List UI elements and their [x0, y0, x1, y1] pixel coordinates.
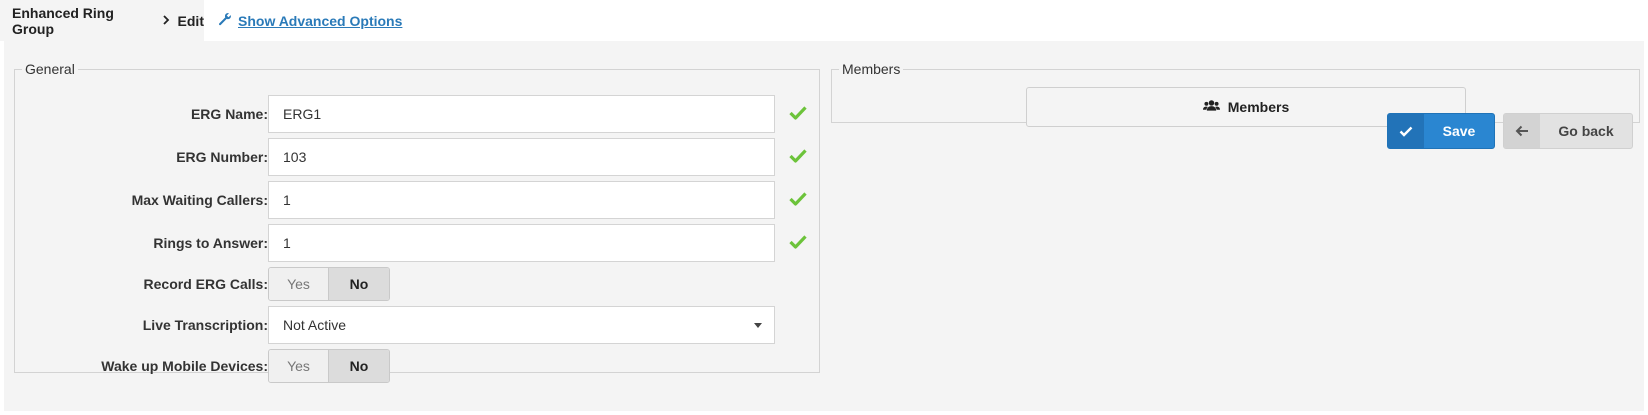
erg-number-row: ERG Number:	[15, 138, 821, 176]
rings-to-answer-row: Rings to Answer:	[15, 224, 821, 262]
save-button[interactable]: Save	[1387, 113, 1495, 149]
users-icon	[1202, 99, 1228, 115]
erg-name-input[interactable]	[268, 95, 775, 133]
live-transcription-label: Live Transcription:	[142, 317, 268, 333]
general-section: General ERG Name: ERG Number: Max Waitin…	[14, 61, 821, 383]
advanced-options: Show Advanced Options	[218, 12, 402, 29]
check-icon	[789, 192, 811, 210]
max-waiting-callers-row: Max Waiting Callers:	[15, 181, 821, 219]
show-advanced-options-link[interactable]: Show Advanced Options	[238, 13, 402, 29]
record-erg-calls-label: Record ERG Calls:	[143, 276, 268, 292]
record-erg-calls-yes[interactable]: Yes	[269, 268, 329, 300]
top-bar: Enhanced Ring Group Edit Show Advanced O…	[0, 0, 1648, 41]
wake-mobile-no[interactable]: No	[329, 350, 389, 382]
main-panel: General ERG Name: ERG Number: Max Waitin…	[4, 41, 1644, 411]
record-erg-calls-toggle: Yes No	[268, 267, 390, 301]
erg-name-label: ERG Name:	[190, 106, 268, 122]
chevron-right-icon	[162, 13, 170, 28]
members-button-label: Members	[1227, 99, 1290, 115]
wrench-icon	[218, 12, 232, 29]
check-icon	[789, 235, 811, 253]
max-waiting-callers-label: Max Waiting Callers:	[131, 192, 268, 208]
rings-to-answer-input[interactable]	[268, 224, 775, 262]
erg-number-label: ERG Number:	[176, 149, 268, 165]
erg-number-input[interactable]	[268, 138, 775, 176]
wake-mobile-yes[interactable]: Yes	[269, 350, 329, 382]
go-back-button[interactable]: Go back	[1503, 113, 1633, 149]
check-icon	[1388, 114, 1424, 148]
record-erg-calls-no[interactable]: No	[329, 268, 389, 300]
wake-mobile-toggle: Yes No	[268, 349, 390, 383]
erg-name-row: ERG Name:	[15, 95, 821, 133]
wake-mobile-label: Wake up Mobile Devices:	[101, 358, 268, 374]
live-transcription-select[interactable]: Not Active	[268, 306, 775, 344]
caret-down-icon	[754, 323, 762, 328]
arrow-left-icon	[1504, 114, 1540, 148]
live-transcription-value: Not Active	[283, 317, 347, 333]
record-erg-calls-row: Record ERG Calls: Yes No	[15, 267, 821, 305]
check-icon	[789, 106, 811, 124]
max-waiting-callers-input[interactable]	[268, 181, 775, 219]
general-legend: General	[25, 61, 75, 77]
breadcrumb-current: Edit	[177, 12, 204, 29]
save-button-label: Save	[1442, 123, 1476, 139]
members-legend: Members	[842, 61, 901, 77]
wake-mobile-row: Wake up Mobile Devices: Yes No	[15, 349, 821, 387]
rings-to-answer-label: Rings to Answer:	[153, 235, 268, 251]
go-back-button-label: Go back	[1558, 123, 1614, 139]
breadcrumb-parent[interactable]: Enhanced Ring Group	[12, 5, 154, 37]
breadcrumb: Enhanced Ring Group Edit	[0, 0, 204, 41]
check-icon	[789, 149, 811, 167]
live-transcription-row: Live Transcription: Not Active	[15, 306, 821, 344]
